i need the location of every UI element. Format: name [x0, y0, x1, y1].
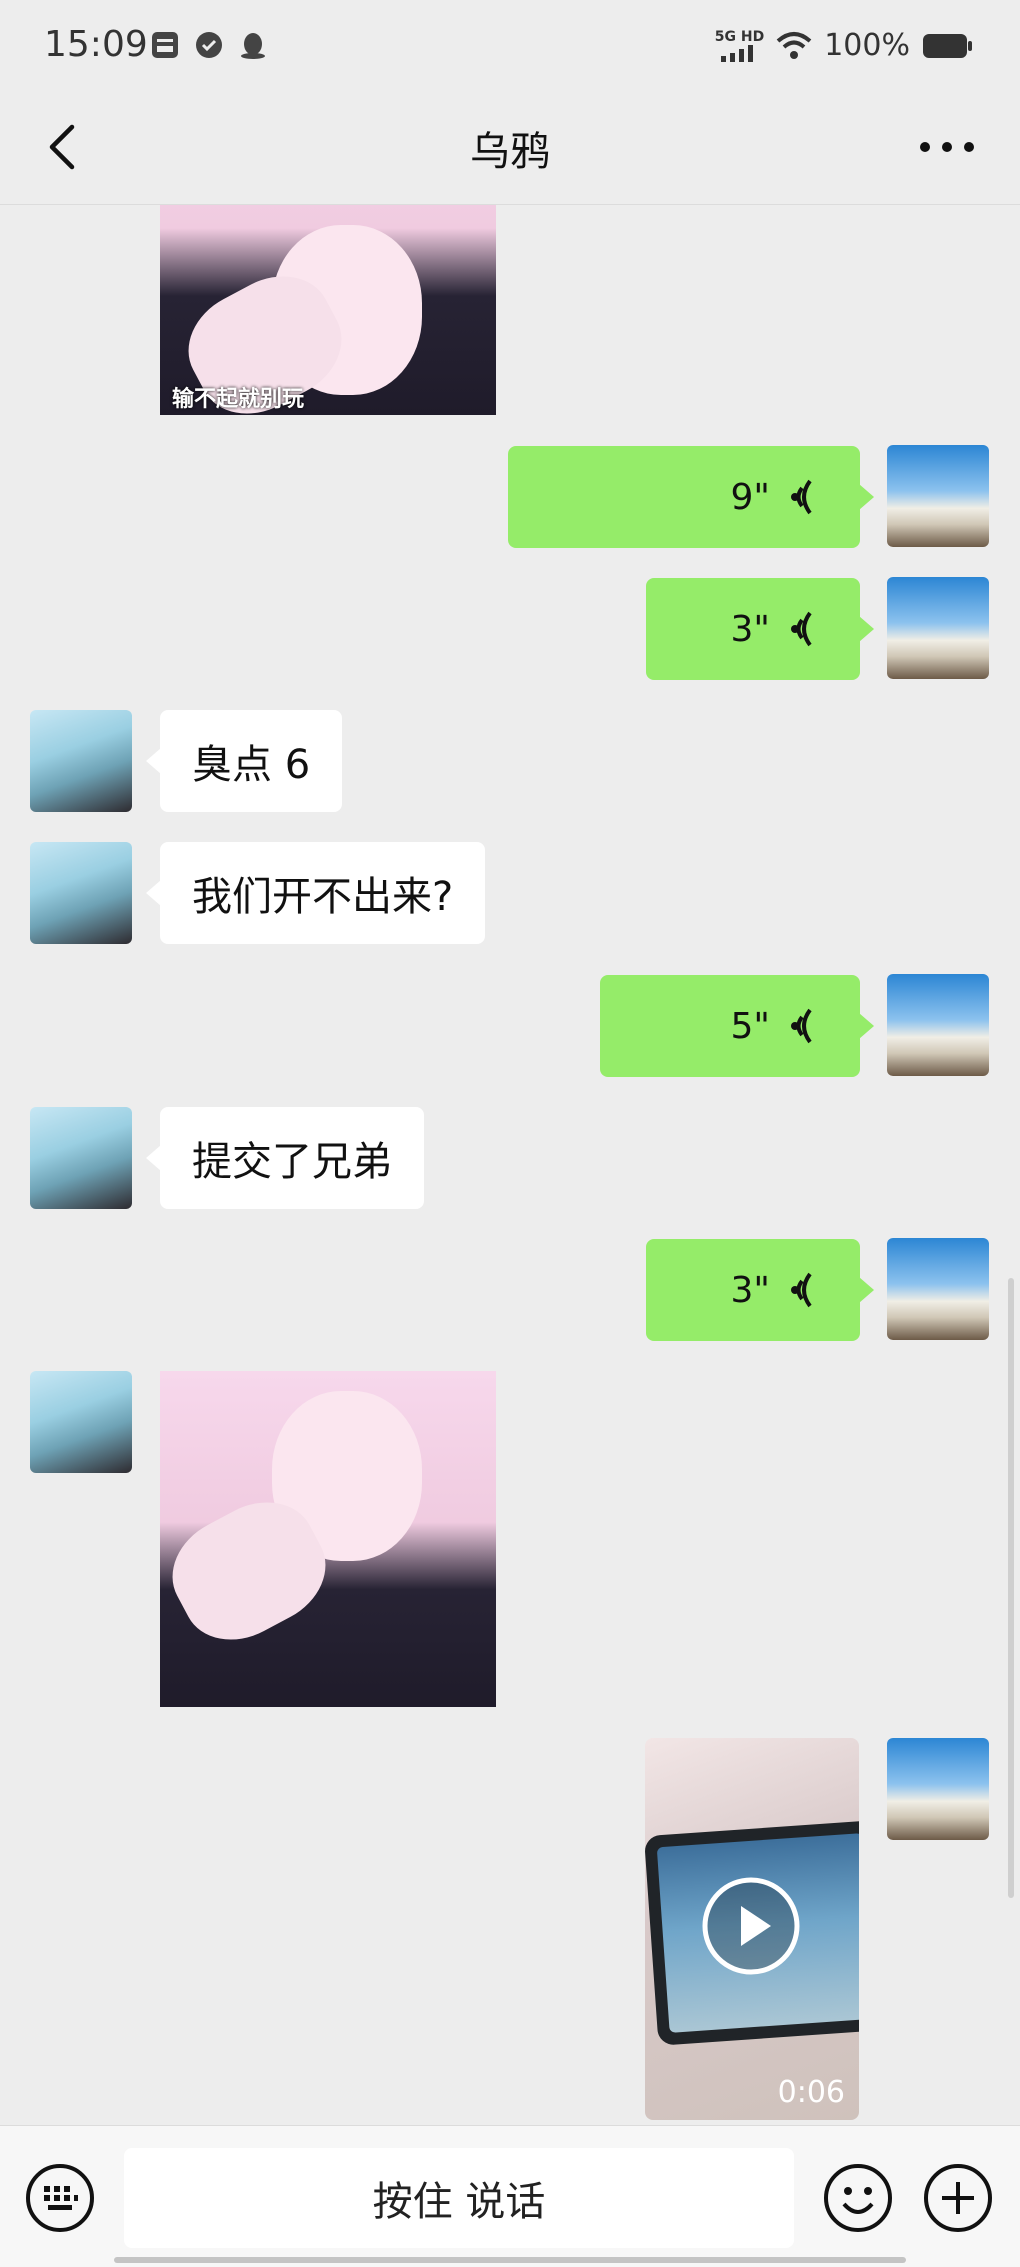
home-indicator[interactable] — [114, 2257, 906, 2263]
video-message[interactable]: 0:06 — [645, 1738, 859, 2120]
check-circle-icon — [196, 32, 222, 58]
text-message[interactable]: 臭点 6 — [145, 710, 343, 812]
text-message[interactable]: 提交了兄弟 — [146, 1107, 424, 1209]
voice-message[interactable]: 3" — [646, 1239, 874, 1341]
sticker-message[interactable] — [160, 1371, 496, 1707]
scrollbar[interactable] — [1008, 1278, 1014, 1898]
hold-to-talk-button[interactable]: 按住 说话 — [124, 2148, 794, 2248]
avatar-friend[interactable] — [30, 1107, 132, 1209]
avatar-self[interactable] — [887, 974, 989, 1076]
wifi-icon — [776, 31, 812, 59]
chat-title: 乌鸦 — [470, 129, 550, 175]
message-text: 我们开不出来? — [192, 874, 454, 920]
voice-duration: 9" — [730, 476, 770, 518]
more-button[interactable] — [914, 125, 980, 169]
qq-penguin-icon — [241, 33, 265, 59]
voice-message[interactable]: 9" — [508, 446, 874, 548]
battery-icon — [923, 33, 972, 58]
voice-wave-icon — [791, 1008, 812, 1044]
avatar-friend[interactable] — [30, 842, 132, 944]
status-time: 15:09 — [44, 24, 148, 65]
status-left-icons — [150, 30, 268, 60]
keyboard-toggle-button[interactable] — [24, 2162, 96, 2234]
input-bar: 按住 说话 — [0, 2125, 1020, 2267]
network-indicator: 5G HD — [715, 30, 764, 62]
avatar-friend[interactable] — [30, 710, 132, 812]
voice-duration: 3" — [730, 608, 770, 650]
signal-icon — [721, 44, 754, 62]
avatar-self[interactable] — [887, 445, 989, 547]
voice-wave-icon — [791, 479, 812, 515]
message-text: 提交了兄弟 — [192, 1139, 392, 1185]
text-message[interactable]: 我们开不出来? — [145, 842, 486, 944]
video-duration: 0:06 — [777, 2075, 845, 2110]
more-actions-button[interactable] — [922, 2162, 994, 2234]
status-bar: 15:09 5G HD 100% — [0, 0, 1020, 95]
plus-circle-icon — [924, 2164, 992, 2232]
emoji-button[interactable] — [822, 2162, 894, 2234]
chat-message-list[interactable]: 输不起就别玩 9" 3" 臭点 6 我们开不出来? 5" 提交了兄弟 3" 0:… — [0, 205, 1020, 2125]
chat-header: 乌鸦 — [0, 95, 1020, 205]
voice-message[interactable]: 3" — [646, 578, 874, 680]
network-label: 5G HD — [714, 28, 765, 45]
voice-duration: 3" — [730, 1269, 770, 1311]
play-icon[interactable] — [701, 1876, 801, 1976]
avatar-self[interactable] — [887, 577, 989, 679]
more-dots-icon — [920, 142, 974, 152]
message-box-icon — [152, 32, 178, 58]
voice-duration: 5" — [730, 1005, 770, 1047]
status-right-icons: 5G HD 100% — [715, 28, 974, 63]
message-text: 臭点 6 — [192, 742, 311, 788]
voice-wave-icon — [791, 611, 812, 647]
keyboard-icon — [26, 2164, 94, 2232]
avatar-friend[interactable] — [30, 1371, 132, 1473]
battery-text: 100% — [824, 28, 910, 63]
avatar-self[interactable] — [887, 1238, 989, 1340]
avatar-self[interactable] — [887, 1738, 989, 1840]
voice-wave-icon — [791, 1272, 812, 1308]
sticker-message[interactable]: 输不起就别玩 — [160, 205, 496, 415]
emoji-icon — [824, 2164, 892, 2232]
sticker-caption: 输不起就别玩 — [172, 387, 305, 412]
voice-message[interactable]: 5" — [600, 975, 874, 1077]
